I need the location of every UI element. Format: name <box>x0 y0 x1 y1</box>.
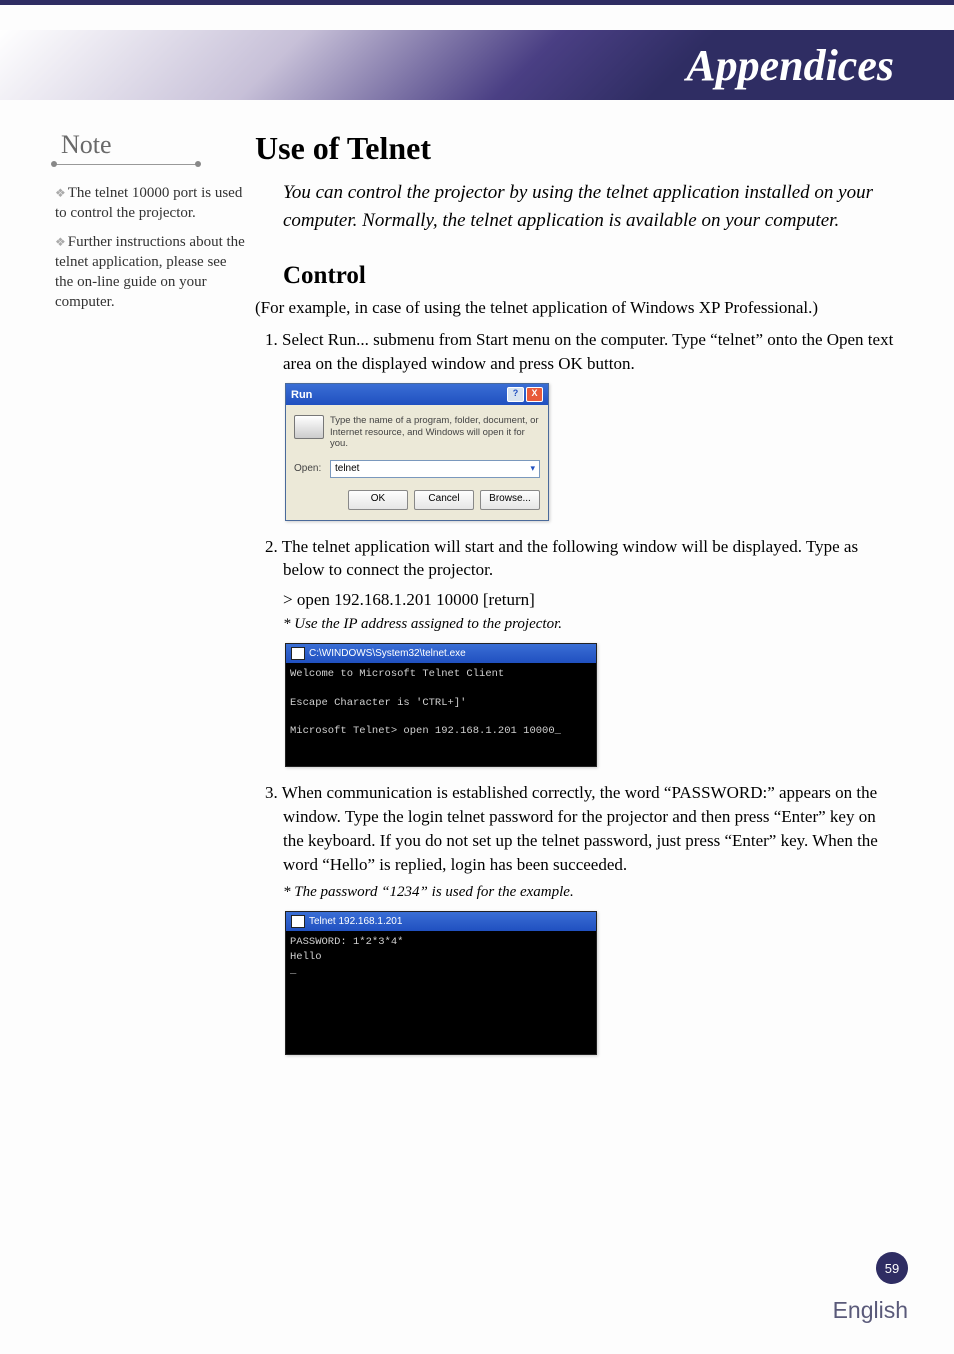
run-dialog-title: Run <box>291 389 312 401</box>
note-label: Note <box>55 130 197 165</box>
run-icon <box>294 415 324 439</box>
console-body: PASSWORD: 1*2*3*4* Hello _ <box>286 931 596 1054</box>
run-description: Type the name of a program, folder, docu… <box>330 415 540 449</box>
open-label: Open: <box>294 463 324 474</box>
paren-note: (For example, in case of using the telne… <box>255 296 894 320</box>
run-dialog: Run ? X Type the name of a program, fold… <box>285 383 549 520</box>
telnet-console-1: C:\WINDOWS\System32\telnet.exe Welcome t… <box>285 643 597 767</box>
page-title: Use of Telnet <box>255 130 894 167</box>
header-title: Appendices <box>686 40 894 91</box>
run-dialog-titlebar: Run ? X <box>286 384 548 405</box>
main-content: Use of Telnet You can control the projec… <box>255 130 894 1069</box>
command-note: * Use the IP address assigned to the pro… <box>255 616 894 633</box>
command-line: > open 192.168.1.201 10000 [return] <box>255 590 894 610</box>
console-titlebar: Telnet 192.168.1.201 <box>286 912 596 931</box>
telnet-console-2: Telnet 192.168.1.201 PASSWORD: 1*2*3*4* … <box>285 911 597 1055</box>
sidebar-note-2: ❖Further instructions about the telnet a… <box>55 232 245 313</box>
page-number: 59 <box>876 1252 908 1284</box>
sidebar-note-1-text: The telnet 10000 port is used to control… <box>55 185 242 221</box>
open-input-value: telnet <box>335 463 359 474</box>
console-body: Welcome to Microsoft Telnet Client Escap… <box>286 663 596 766</box>
console-title-text: Telnet 192.168.1.201 <box>309 916 402 927</box>
step-1: 1. Select Run... submenu from Start menu… <box>255 328 894 376</box>
step-3: 3. When communication is established cor… <box>255 781 894 876</box>
ok-button[interactable]: OK <box>348 490 408 510</box>
diamond-icon: ❖ <box>55 235 66 249</box>
help-button[interactable]: ? <box>507 387 524 402</box>
header-banner: Appendices <box>0 30 954 100</box>
console-titlebar: C:\WINDOWS\System32\telnet.exe <box>286 644 596 663</box>
console-icon <box>291 915 305 928</box>
intro-paragraph: You can control the projector by using t… <box>255 179 894 234</box>
console-icon <box>291 647 305 660</box>
chevron-down-icon[interactable]: ▾ <box>530 463 535 474</box>
browse-button[interactable]: Browse... <box>480 490 540 510</box>
diamond-icon: ❖ <box>55 186 66 200</box>
top-rule <box>0 0 954 5</box>
console-title-text: C:\WINDOWS\System32\telnet.exe <box>309 648 466 659</box>
open-input[interactable]: telnet ▾ <box>330 460 540 478</box>
step-2: 2. The telnet application will start and… <box>255 535 894 583</box>
sidebar-note-1: ❖The telnet 10000 port is used to contro… <box>55 183 245 224</box>
sidebar: Note ❖The telnet 10000 port is used to c… <box>55 130 255 1069</box>
section-heading-control: Control <box>255 262 894 290</box>
password-note: * The password “1234” is used for the ex… <box>255 884 894 901</box>
language-label: English <box>833 1297 908 1324</box>
close-button[interactable]: X <box>526 387 543 402</box>
sidebar-note-2-text: Further instructions about the telnet ap… <box>55 234 245 311</box>
cancel-button[interactable]: Cancel <box>414 490 474 510</box>
